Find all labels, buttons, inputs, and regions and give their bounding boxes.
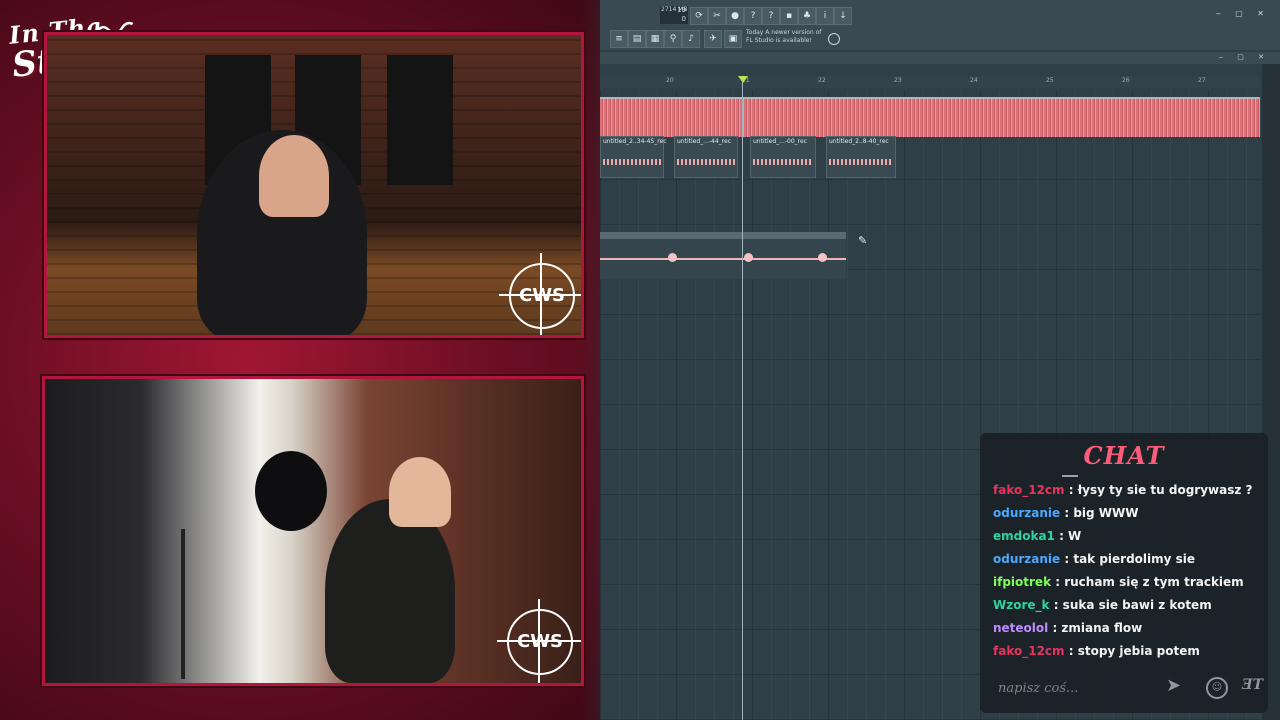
cws-watermark: CWS [497,599,581,683]
chat-username: odurzanie [993,506,1061,520]
chat-username: neteolol [993,621,1049,635]
chat-message: odurzanie : tak pierdolimy sie [993,552,1263,575]
notice-line-2: FL Studio is available! [746,37,812,44]
globe-icon[interactable] [828,33,840,45]
chat-username: fako_12cm [993,644,1065,658]
chat-messages: fako_12cm : łysy ty sie tu dogrywasz ? o… [993,483,1263,667]
chat-text: : big WWW [1060,506,1139,520]
ruler-tick: 22 [818,77,826,84]
chat-text: : łysy ty sie tu dogrywasz ? [1064,483,1253,497]
chat-username: ifpiotrek [993,575,1052,589]
save-icon[interactable]: ▪ [780,7,798,25]
automation-point[interactable] [744,253,753,262]
chat-input[interactable] [996,677,1150,699]
playlist-window-controls[interactable]: ‒ ▢ ✕ [1219,53,1270,61]
chat-username: emdoka1 [993,529,1055,543]
poly-value: 0 [681,15,686,23]
chat-message: fako_12cm : stopy jebia potem [993,644,1263,667]
audio-clip[interactable]: untitled_...-00_rec [750,136,816,178]
webcam-vocal-booth: CWS [42,376,584,686]
playlist-header: ‒ ▢ ✕ [600,52,1280,64]
ruler-tick: 24 [970,77,978,84]
cpu-button[interactable]: ⟳ [690,7,708,25]
chat-text: : suka sie bawi z kotem [1049,598,1212,612]
info-icon[interactable]: i [816,7,834,25]
chat-message: Wzore_k : suka sie bawi z kotem [993,598,1263,621]
chat-text: : W [1054,529,1082,543]
mic-stand [181,529,185,679]
timeline-ruler[interactable]: 20 21 22 23 24 25 26 27 [600,76,1260,88]
producer-face [259,135,329,217]
ruler-tick: 27 [1198,77,1206,84]
chat-input-row: ➤ ☺ ƎT [990,673,1263,701]
chat-panel: CHAT fako_12cm : łysy ty sie tu dogrywas… [980,433,1268,713]
automation-clip[interactable] [600,232,846,279]
plugin-icon[interactable]: ♣ [798,7,816,25]
chat-username: fako_12cm [993,483,1065,497]
notice-line-1: Today A newer version of [746,29,822,36]
pencil-cursor-icon: ✎ [858,234,868,247]
chat-text: : stopy jebia potem [1064,644,1200,658]
playhead[interactable] [742,76,743,720]
audio-clip[interactable]: untitled_...-44_rec [674,136,738,178]
chat-username: odurzanie [993,552,1061,566]
fl-toolbar: 19 0 2714 MB ⟳ ✂ ● ? ? ▪ ♣ i ↓ ≡ ▤ ▦ ⚲ ♪… [600,0,1280,50]
send-icon[interactable]: ➤ [1166,675,1181,696]
ruler-tick: 20 [666,77,674,84]
chat-message: ifpiotrek : rucham się z tym trackiem [993,575,1263,598]
chat-message: odurzanie : big WWW [993,506,1263,529]
emoji-icon[interactable]: ☺ [1206,677,1228,699]
microphone-icon[interactable]: ● [726,7,744,25]
audio-clip-main[interactable] [600,97,1260,137]
ram-usage: 2714 MB [661,6,688,13]
browser-icon[interactable]: ♪ [682,30,700,48]
audio-clip[interactable]: untitled_2..8-40_rec [826,136,896,178]
chat-divider [1062,475,1078,477]
vocalist-face [389,457,451,527]
edison-icon[interactable]: ✈ [704,30,722,48]
chat-message: fako_12cm : łysy ty sie tu dogrywasz ? [993,483,1263,506]
help-icon[interactable]: ? [744,7,762,25]
channel-rack-icon[interactable]: ▦ [646,30,664,48]
webcam-producer: CWS [44,32,584,338]
chat-text: : zmiana flow [1048,621,1143,635]
piano-roll-icon[interactable]: ▤ [628,30,646,48]
chat-text: : tak pierdolimy sie [1060,552,1196,566]
ruler-tick: 26 [1122,77,1130,84]
mixer-icon[interactable]: ≡ [610,30,628,48]
automation-line [600,258,846,260]
microphone [255,451,327,531]
download-icon[interactable]: ↓ [834,7,852,25]
acoustic-panel [387,55,453,185]
chat-username: Wzore_k [993,598,1050,612]
chat-message: emdoka1 : W [993,529,1263,552]
automation-point[interactable] [668,253,677,262]
chat-title: CHAT [1083,441,1165,470]
automation-point[interactable] [818,253,827,262]
emote-menu-icon[interactable]: ƎT [1242,677,1263,693]
update-notice[interactable]: Today A newer version of FL Studio is av… [746,29,821,45]
playhead-marker-icon[interactable] [738,76,748,83]
audio-clip[interactable]: untitled_2..34-45_rec [600,136,667,178]
chat-text: : rucham się z tym trackiem [1051,575,1244,589]
window-controls[interactable]: ‒ ▢ ✕ [1216,9,1270,18]
cut-icon[interactable]: ✂ [708,7,726,25]
chat-message: neteolol : zmiana flow [993,621,1263,644]
plugin-picker-icon[interactable]: ⚲ [664,30,682,48]
help-icon[interactable]: ? [762,7,780,25]
playlist-icon[interactable]: ▣ [724,30,742,48]
ruler-tick: 23 [894,77,902,84]
ruler-tick: 25 [1046,77,1054,84]
cws-watermark: CWS [499,253,581,335]
